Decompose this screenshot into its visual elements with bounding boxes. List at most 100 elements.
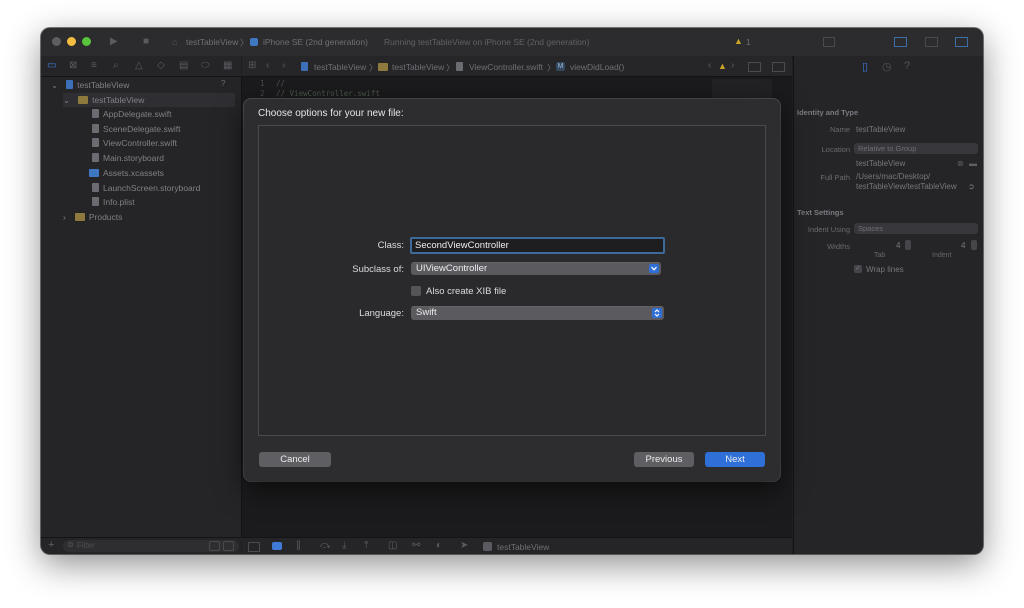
issue-navigator-icon[interactable]: △: [135, 61, 143, 71]
tab-sublabel: Tab: [874, 252, 886, 259]
breakpoints-toggle-icon[interactable]: [272, 542, 282, 550]
clear-icon[interactable]: ⊗: [957, 159, 964, 168]
help-inspector-icon[interactable]: ?: [904, 60, 910, 72]
disclosure-down-icon[interactable]: ⌄: [63, 95, 70, 105]
history-inspector-icon[interactable]: ◷: [882, 60, 892, 73]
project-navigator-icon[interactable]: ▭: [47, 61, 56, 71]
step-over-icon[interactable]: ⤼: [320, 541, 331, 551]
list-item-label: Main.storyboard: [103, 153, 164, 163]
hide-debug-area-icon[interactable]: [248, 542, 260, 552]
list-item[interactable]: Main.storyboard: [92, 151, 164, 165]
test-navigator-icon[interactable]: ◇: [157, 61, 165, 71]
pause-icon[interactable]: ∥: [296, 541, 301, 551]
indent-sublabel: Indent: [932, 252, 952, 259]
wrap-lines-checkbox[interactable]: ✓: [854, 265, 862, 273]
list-item[interactable]: ⌄ testTableView: [63, 93, 235, 107]
swift-file-icon: [92, 138, 99, 147]
disclosure-down-icon[interactable]: ⌄: [51, 80, 58, 90]
run-icon[interactable]: ▶: [110, 37, 118, 47]
add-icon[interactable]: +: [48, 539, 54, 551]
find-navigator-icon[interactable]: ⌕: [113, 61, 119, 71]
breadcrumb-item[interactable]: testTableView: [314, 62, 366, 72]
indent-width-value[interactable]: 4: [961, 241, 965, 250]
editor-options-icon[interactable]: [748, 62, 761, 72]
back-icon[interactable]: ‹: [266, 61, 269, 71]
breadcrumb-item[interactable]: testTableView: [392, 62, 444, 72]
report-navigator-icon[interactable]: ▦: [223, 61, 232, 71]
filter-field[interactable]: ⊜ Filter: [63, 540, 239, 552]
step-into-icon[interactable]: ⤓: [342, 541, 346, 551]
zoom-window-button[interactable]: [82, 37, 91, 46]
cancel-button[interactable]: Cancel: [259, 452, 331, 467]
breadcrumb-separator-icon: 〉: [446, 63, 455, 73]
symbol-navigator-icon[interactable]: ≡: [91, 61, 97, 71]
source-control-navigator-icon[interactable]: ⊠: [69, 61, 77, 71]
breakpoint-navigator-icon[interactable]: ⬭: [201, 61, 210, 71]
recent-files-icon[interactable]: [209, 541, 220, 551]
list-item[interactable]: Assets.xcassets: [89, 166, 164, 180]
method-icon: M: [556, 62, 565, 71]
wrap-lines-label: Wrap lines: [866, 265, 904, 274]
field-label: Name: [829, 125, 850, 134]
folder-icon: [378, 63, 388, 71]
tab-width-value[interactable]: 4: [896, 241, 900, 250]
location-icon[interactable]: ➤: [460, 541, 468, 551]
language-popup[interactable]: Swift: [411, 306, 664, 320]
stop-icon[interactable]: ■: [143, 37, 149, 47]
close-window-button[interactable]: [52, 37, 61, 46]
next-button[interactable]: Next: [705, 452, 765, 467]
list-item[interactable]: Info.plist: [92, 195, 135, 209]
list-item[interactable]: AppDelegate.swift: [92, 107, 172, 121]
section-header: Text Settings: [797, 208, 844, 217]
reveal-in-finder-icon[interactable]: ➲: [968, 182, 975, 191]
library-icon[interactable]: [823, 37, 835, 47]
indent-width-stepper[interactable]: [971, 240, 977, 250]
related-items-icon[interactable]: ⊞: [248, 61, 256, 71]
minimize-window-button[interactable]: [67, 37, 76, 46]
class-name-field[interactable]: SecondViewController: [410, 237, 665, 254]
add-editor-icon[interactable]: [772, 62, 785, 72]
list-item-label: ViewController.swift: [103, 138, 178, 148]
create-xib-checkbox[interactable]: [411, 286, 421, 296]
list-item-label: Products: [88, 212, 123, 222]
folder-icon[interactable]: ▬: [969, 159, 977, 168]
device-icon: [250, 38, 258, 46]
device-selector[interactable]: iPhone SE (2nd generation): [263, 37, 368, 47]
toggle-inspector-icon[interactable]: [955, 37, 968, 47]
previous-issue-icon[interactable]: ‹: [708, 61, 711, 71]
forward-icon[interactable]: ›: [282, 61, 285, 71]
list-item[interactable]: ViewController.swift: [92, 136, 177, 150]
toggle-debug-area-icon[interactable]: [925, 37, 938, 47]
source-control-filter-icon[interactable]: [223, 541, 234, 551]
list-item[interactable]: LaunchScreen.storyboard: [92, 181, 200, 195]
field-label: Indent Using: [807, 225, 850, 234]
warning-icon[interactable]: ▲: [734, 36, 743, 46]
previous-button[interactable]: Previous: [634, 452, 694, 467]
list-item[interactable]: ⌄ testTableView: [51, 78, 129, 92]
location-popup[interactable]: Relative to Group: [854, 143, 978, 154]
scheme-icon[interactable]: ⌂: [172, 37, 177, 47]
debug-navigator-icon[interactable]: ▤: [179, 61, 188, 71]
toggle-navigator-icon[interactable]: [894, 37, 907, 47]
indent-using-popup[interactable]: Spaces: [854, 223, 978, 234]
environment-overrides-icon[interactable]: ◐: [436, 541, 442, 551]
disclosure-right-icon[interactable]: ›: [63, 212, 66, 222]
name-value[interactable]: testTableView: [856, 125, 905, 134]
breadcrumb-item[interactable]: viewDidLoad(): [570, 62, 624, 72]
list-item[interactable]: › Products: [63, 210, 122, 224]
create-xib-label: Also create XIB file: [426, 286, 507, 297]
field-label: Full Path: [820, 173, 850, 182]
tab-width-stepper[interactable]: [905, 240, 911, 250]
file-inspector-icon[interactable]: ▯: [862, 60, 868, 73]
list-item[interactable]: SceneDelegate.swift: [92, 122, 181, 136]
subclass-popup[interactable]: UIViewController: [411, 262, 661, 275]
breadcrumb-item[interactable]: ViewController.swift: [469, 62, 543, 72]
step-out-icon[interactable]: ⤒: [364, 541, 368, 551]
view-hierarchy-icon[interactable]: ◫: [388, 541, 397, 551]
warning-icon[interactable]: ▲: [718, 61, 727, 71]
list-item-label: testTableView: [77, 80, 130, 90]
memory-graph-icon[interactable]: ⚯: [412, 541, 420, 551]
next-issue-icon[interactable]: ›: [731, 61, 734, 71]
subclass-label: Subclass of:: [352, 264, 404, 275]
scheme-selector[interactable]: testTableView: [186, 37, 238, 47]
